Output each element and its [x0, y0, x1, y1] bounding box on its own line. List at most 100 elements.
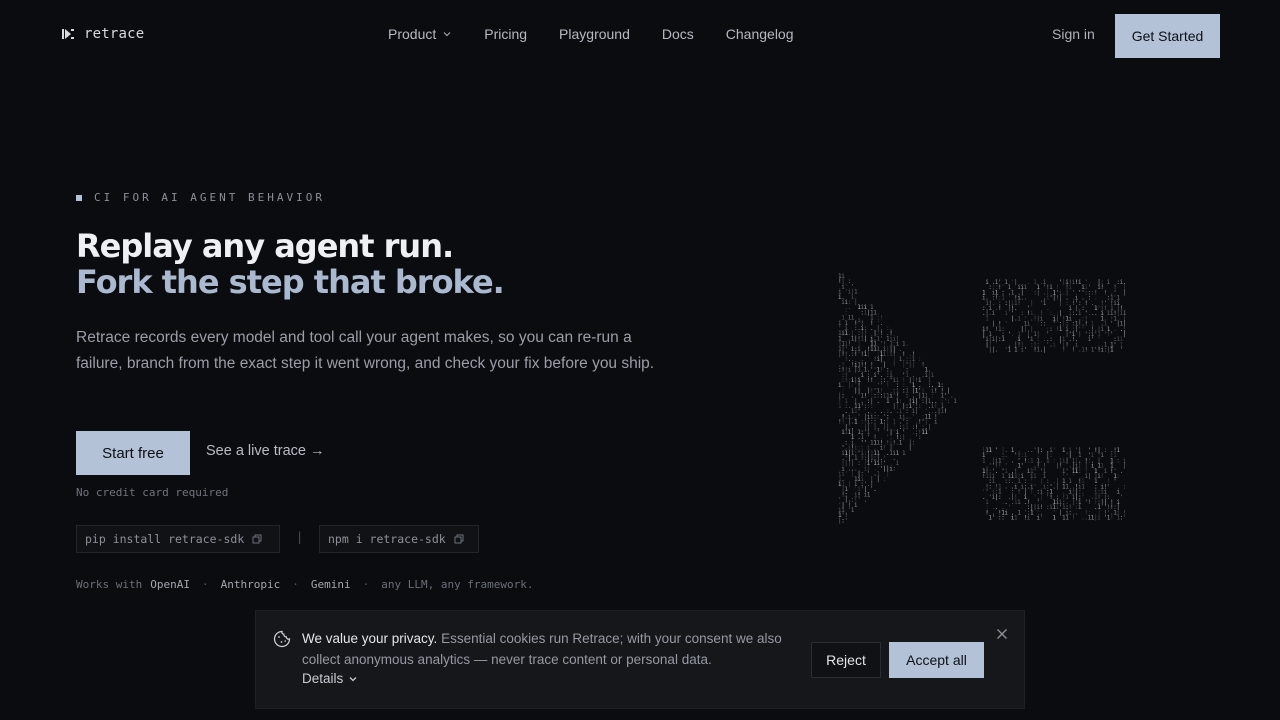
svg-text:|: | — [902, 434, 906, 441]
svg-text:1: 1 — [985, 315, 989, 322]
eyebrow: CI FOR AI AGENT BEHAVIOR — [76, 191, 325, 204]
svg-text:': ' — [1120, 494, 1124, 501]
svg-text:i: i — [992, 310, 996, 317]
svg-text:.: . — [1113, 326, 1117, 333]
svg-text:.: . — [848, 304, 852, 311]
svg-text:.: . — [1024, 295, 1028, 302]
copy-icon[interactable] — [252, 534, 262, 544]
svg-text:|: | — [912, 361, 916, 368]
svg-text:1: 1 — [928, 413, 932, 420]
hero-title-line2: Fork the step that broke. — [76, 263, 505, 301]
svg-text:|: | — [886, 471, 890, 478]
works-with-anthropic: Anthropic — [220, 578, 281, 591]
svg-text:|: | — [867, 351, 871, 358]
svg-text:|: | — [1056, 483, 1060, 490]
svg-text::: : — [883, 476, 887, 483]
svg-text::: : — [1001, 515, 1005, 522]
live-trace-link[interactable]: See a live trace → — [206, 443, 324, 459]
svg-text:i: i — [1052, 341, 1056, 348]
svg-text:1: 1 — [838, 403, 842, 410]
svg-text:|: | — [1078, 331, 1082, 338]
svg-text:': ' — [857, 497, 861, 504]
works-with-label: Works with — [76, 578, 143, 591]
svg-text:.: . — [995, 347, 999, 354]
svg-text:1: 1 — [1014, 515, 1018, 522]
svg-text:': ' — [1024, 347, 1028, 354]
nav-link-pricing[interactable]: Pricing — [484, 26, 527, 42]
pip-install-command[interactable]: pip install retrace-sdk — [76, 525, 280, 553]
svg-text:i: i — [848, 367, 852, 374]
svg-text:!: ! — [1017, 489, 1021, 496]
svg-text:!: ! — [998, 305, 1002, 312]
svg-text:': ' — [985, 452, 989, 459]
svg-text:1: 1 — [1017, 315, 1021, 322]
svg-text:': ' — [1120, 347, 1124, 354]
top-nav: retrace Product Pricing Playground Docs … — [0, 0, 1280, 70]
sign-in-link[interactable]: Sign in — [1052, 26, 1095, 42]
svg-text:': ' — [992, 515, 996, 522]
svg-text:i: i — [1024, 284, 1028, 291]
svg-text::: : — [1116, 473, 1120, 480]
svg-text:1: 1 — [1052, 515, 1056, 522]
svg-text:!: ! — [886, 382, 890, 389]
svg-text:.: . — [1004, 452, 1008, 459]
npm-install-text: npm i retrace-sdk — [328, 532, 446, 546]
pip-install-text: pip install retrace-sdk — [85, 532, 245, 546]
nav-link-playground[interactable]: Playground — [559, 26, 630, 42]
hero-description: Retrace records every model and tool cal… — [76, 329, 655, 372]
svg-text:!: ! — [1072, 515, 1076, 522]
cookie-details-toggle[interactable]: Details — [302, 671, 358, 686]
svg-text:1: 1 — [1059, 326, 1063, 333]
chevron-down-icon — [443, 32, 451, 37]
works-with-dot: · — [362, 578, 370, 591]
npm-install-command[interactable]: npm i retrace-sdk — [319, 525, 479, 553]
svg-text:i: i — [1004, 310, 1008, 317]
hero-title-line1: Replay any agent run. — [76, 227, 454, 265]
svg-text:': ' — [1123, 515, 1127, 522]
nav-link-product[interactable]: Product — [388, 26, 452, 42]
logo[interactable]: retrace — [61, 26, 144, 42]
nav-link-docs[interactable]: Docs — [662, 26, 694, 42]
svg-text:!: ! — [1065, 341, 1069, 348]
svg-text:i: i — [934, 419, 938, 426]
svg-text:1: 1 — [1116, 447, 1120, 454]
svg-text:1: 1 — [1110, 347, 1114, 354]
nav-link-changelog[interactable]: Changelog — [726, 26, 794, 42]
svg-text:1: 1 — [851, 507, 855, 514]
get-started-button[interactable]: Get Started — [1115, 14, 1220, 58]
cookie-message: We value your privacy. Essential cookies… — [302, 628, 792, 670]
svg-text:i: i — [1107, 279, 1111, 286]
svg-text:|: | — [1030, 300, 1034, 307]
svg-text:': ' — [1091, 336, 1095, 343]
accept-all-cookies-button[interactable]: Accept all — [889, 642, 984, 678]
reject-cookies-button[interactable]: Reject — [811, 642, 881, 678]
retrace-logo-icon — [62, 29, 74, 39]
works-with-dot: · — [292, 578, 299, 591]
close-icon[interactable] — [996, 628, 1008, 640]
start-free-button[interactable]: Start free — [76, 431, 190, 475]
svg-text:.: . — [876, 398, 880, 405]
svg-text:i: i — [1027, 515, 1031, 522]
svg-text:': ' — [1052, 447, 1056, 454]
svg-text:.: . — [1004, 483, 1008, 490]
svg-text::: : — [1040, 447, 1044, 454]
svg-text:1: 1 — [1046, 457, 1050, 464]
svg-text:.: . — [1027, 279, 1031, 286]
svg-text:.: . — [1094, 310, 1098, 317]
svg-text:|: | — [876, 476, 880, 483]
svg-text:|: | — [1123, 463, 1127, 470]
svg-text:': ' — [844, 517, 848, 524]
svg-text:i: i — [905, 424, 909, 431]
svg-text:|: | — [1036, 289, 1040, 296]
svg-text:': ' — [1113, 341, 1117, 348]
svg-text:.: . — [873, 486, 877, 493]
works-with-suffix: any LLM, any framework. — [381, 578, 534, 591]
svg-text:': ' — [844, 471, 848, 478]
svg-text:!: ! — [1072, 347, 1076, 354]
svg-text:i: i — [1004, 509, 1008, 516]
copy-icon[interactable] — [454, 534, 464, 544]
svg-text:|: | — [1088, 473, 1092, 480]
svg-text::: : — [1116, 457, 1120, 464]
svg-text::: : — [892, 465, 896, 472]
svg-text::: : — [1049, 326, 1053, 333]
